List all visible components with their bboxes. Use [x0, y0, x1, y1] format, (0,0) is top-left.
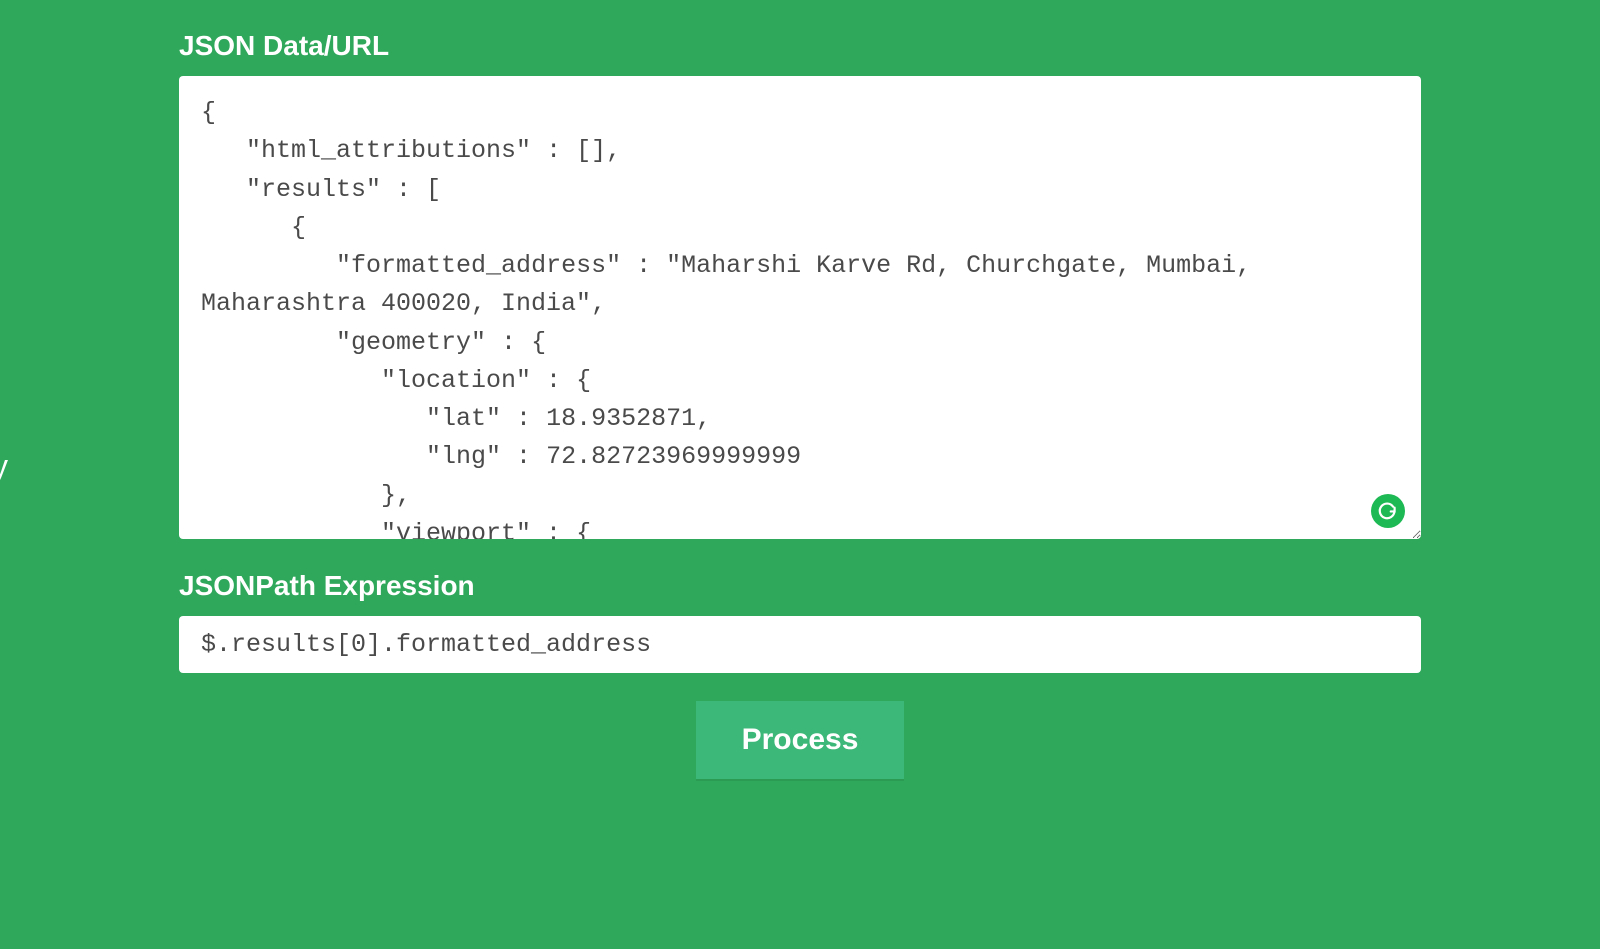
- json-data-section: JSON Data/URL: [179, 30, 1421, 544]
- process-button[interactable]: Process: [696, 701, 905, 779]
- json-data-label: JSON Data/URL: [179, 30, 1421, 62]
- jsonpath-input[interactable]: [179, 616, 1421, 673]
- json-data-textarea[interactable]: [179, 76, 1421, 539]
- json-textarea-wrapper: [179, 76, 1421, 544]
- jsonpath-section: JSONPath Expression: [179, 570, 1421, 673]
- jsonpath-label: JSONPath Expression: [179, 570, 1421, 602]
- partial-side-text: y: [0, 448, 8, 485]
- button-row: Process: [179, 701, 1421, 779]
- form-container: JSON Data/URL JSONPath Expression Proces…: [114, 30, 1486, 779]
